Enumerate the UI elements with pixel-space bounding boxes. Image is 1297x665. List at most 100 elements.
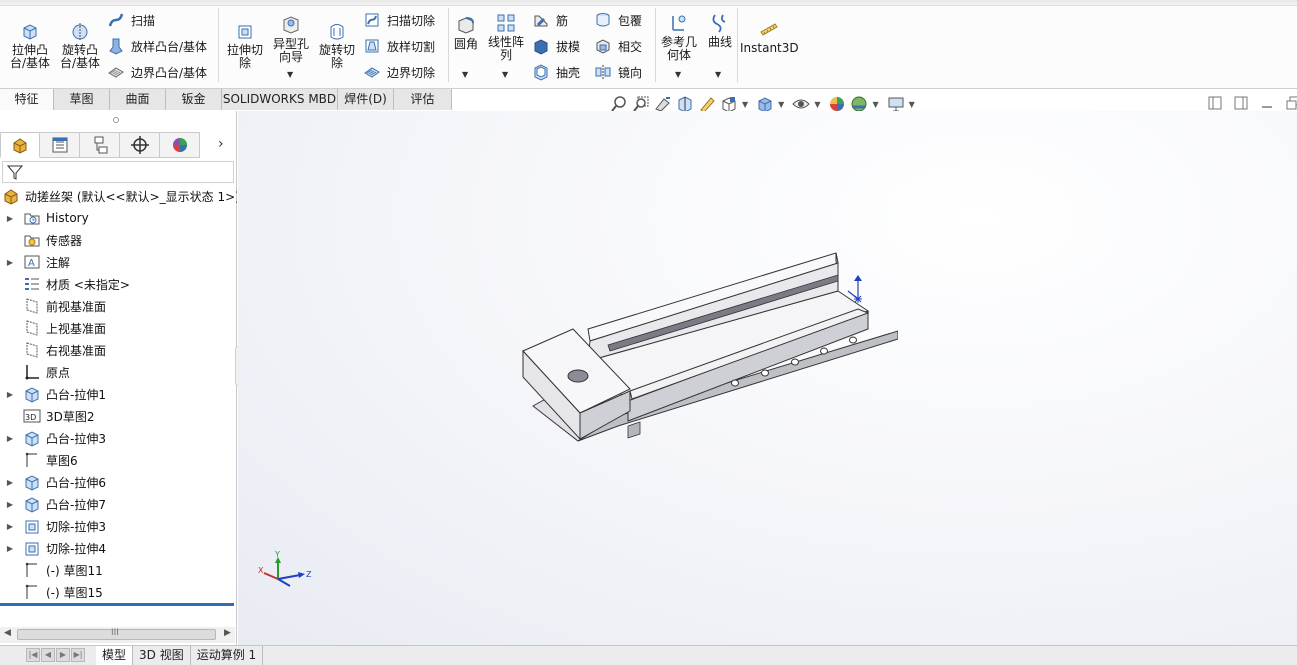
loft-cut-button[interactable]: 放样切割 [363,36,435,56]
expand-arrow-icon[interactable]: ▶ [4,258,16,267]
minimize-icon[interactable] [1260,96,1274,110]
curves-button[interactable]: 曲线 [704,12,736,49]
model-tabs: 模型 3D 视图 运动算例 1 [96,646,264,665]
instant3d-button[interactable]: Instant3D [740,18,799,55]
tab-3d-views[interactable]: 3D 视图 [133,646,191,665]
tab-mbd[interactable]: SOLIDWORKS MBD [222,89,338,110]
revolve-cut-button[interactable]: 旋转切 除 [315,20,359,70]
tree-item[interactable]: 材质 <未指定> [0,273,237,295]
tree-item[interactable]: 上视基准面 [0,317,237,339]
expand-arrow-icon[interactable]: ▶ [4,214,16,223]
extrude-boss-button[interactable]: 拉伸凸 台/基体 [8,20,52,70]
reference-geometry-button[interactable]: 参考几 何体 [658,12,700,62]
tree-item[interactable]: ▶ 凸台-拉伸3 [0,427,237,449]
scroll-right-icon[interactable]: ▶ [224,628,231,638]
first-tab-icon[interactable]: |◀ [26,648,40,662]
tab-motion-study[interactable]: 运动算例 1 [191,646,264,665]
expand-arrow-icon[interactable]: ▶ [4,544,16,553]
tab-configuration-manager[interactable] [80,132,120,158]
boundary-cut-button[interactable]: 边界切除 [363,62,435,82]
scroll-left-icon[interactable]: ◀ [4,628,11,638]
expand-arrow-icon[interactable]: ▶ [4,500,16,509]
split-right-icon[interactable] [1234,96,1248,110]
tree-item[interactable]: ▶ 凸台-拉伸1 [0,383,237,405]
tree-item[interactable]: 原点 [0,361,237,383]
reference-geometry-dropdown-icon[interactable]: ▼ [675,70,681,79]
split-left-icon[interactable] [1208,96,1222,110]
expand-arrow-icon[interactable]: ▶ [4,390,16,399]
loft-boss-button[interactable]: 放样凸台/基体 [107,36,207,56]
scroll-thumb[interactable]: III [17,628,216,640]
sweep-cut-button[interactable]: 扫描切除 [363,10,435,30]
fillet-button[interactable]: 圆角 [451,14,481,51]
tab-display-manager[interactable] [160,132,200,158]
expand-arrow-icon[interactable]: ▶ [4,434,16,443]
tab-property-manager[interactable] [40,132,80,158]
tab-feature-manager[interactable] [0,132,40,158]
expand-arrow-icon[interactable]: ▶ [4,478,16,487]
extrude-cut-button[interactable]: 拉伸切 除 [223,20,267,70]
intersect-label: 相交 [618,39,643,54]
tree-item[interactable]: ▶ 凸台-拉伸6 [0,471,237,493]
tree-item[interactable]: ▶ History [0,207,237,229]
linear-pattern-dropdown-icon[interactable]: ▼ [502,70,508,79]
tab-surfaces[interactable]: 曲面 [110,89,166,110]
display-style-dropdown-icon[interactable]: ▼ [778,100,784,109]
viewport-window-controls [1208,96,1297,110]
shell-button[interactable]: 抽壳 [532,62,580,82]
next-tab-icon[interactable]: ▶ [56,648,70,662]
tree-item[interactable]: 3D 3D草图2 [0,405,237,427]
tab-sketch[interactable]: 草图 [54,89,110,110]
hole-wizard-dropdown-icon[interactable]: ▼ [287,70,293,79]
expand-arrow-icon[interactable]: ▶ [4,522,16,531]
chevron-right-icon[interactable]: › [218,136,224,152]
tree-item[interactable]: 传感器 [0,229,237,251]
view-orientation-dropdown-icon[interactable]: ▼ [742,100,748,109]
fillet-dropdown-icon[interactable]: ▼ [462,70,468,79]
tab-features[interactable]: 特征 [0,89,54,110]
tree-item-label: 凸台-拉伸1 [46,387,106,402]
tree-item[interactable]: ▶ 凸台-拉伸7 [0,493,237,515]
tree-filter[interactable] [2,161,234,183]
tree-item[interactable]: ▶ 切除-拉伸4 [0,537,237,559]
hide-show-dropdown-icon[interactable]: ▼ [814,100,820,109]
tab-evaluate[interactable]: 评估 [394,89,452,110]
linear-pattern-button[interactable]: 线性阵 列 [485,12,527,62]
tree-item[interactable]: ▶ A 注解 [0,251,237,273]
tree-item[interactable]: ▶ 切除-拉伸3 [0,515,237,537]
tab-weldments[interactable]: 焊件(D) [338,89,394,110]
hole-wizard-button[interactable]: 异型孔 向导 [269,14,313,64]
revolve-boss-button[interactable]: 旋转凸 台/基体 [58,20,102,70]
panel-grip[interactable] [113,117,119,123]
tree-item[interactable]: 前视基准面 [0,295,237,317]
part-model[interactable] [518,241,898,471]
draft-button[interactable]: 拔模 [532,36,580,56]
apply-scene-dropdown-icon[interactable]: ▼ [872,100,878,109]
tree-horizontal-scrollbar[interactable]: ◀ III ▶ [0,627,235,643]
revolve-boss-icon [72,23,88,41]
tab-model[interactable]: 模型 [96,646,134,665]
view-settings-dropdown-icon[interactable]: ▼ [909,100,915,109]
tree-root-part[interactable]: 动搓丝架 (默认<<默认>_显示状态 1>) [0,185,237,207]
tab-sheet-metal[interactable]: 钣金 [166,89,222,110]
prev-tab-icon[interactable]: ◀ [41,648,55,662]
shell-icon [534,64,548,81]
boundary-boss-button[interactable]: 边界凸台/基体 [107,62,207,82]
curves-dropdown-icon[interactable]: ▼ [715,70,721,79]
tab-dimxpert-manager[interactable] [120,132,160,158]
sketch-icon [25,452,37,467]
tree-item[interactable]: 右视基准面 [0,339,237,361]
tree-item[interactable]: (-) 草图11 [0,559,237,581]
wrap-button[interactable]: 包覆 [594,10,642,30]
mirror-button[interactable]: 镜向 [594,62,642,82]
rib-button[interactable]: 筋 [532,10,568,30]
tree-item[interactable]: (-) 草图15 [0,581,237,603]
intersect-button[interactable]: 相交 [594,36,642,56]
sweep-button[interactable]: 扫描 [107,10,155,30]
restore-icon[interactable] [1286,96,1297,110]
graphics-area[interactable]: Y X Z [238,111,1297,645]
axis-triad: Y X Z [258,551,312,587]
rollback-bar[interactable] [0,603,234,606]
last-tab-icon[interactable]: ▶| [71,648,85,662]
tree-item[interactable]: 草图6 [0,449,237,471]
